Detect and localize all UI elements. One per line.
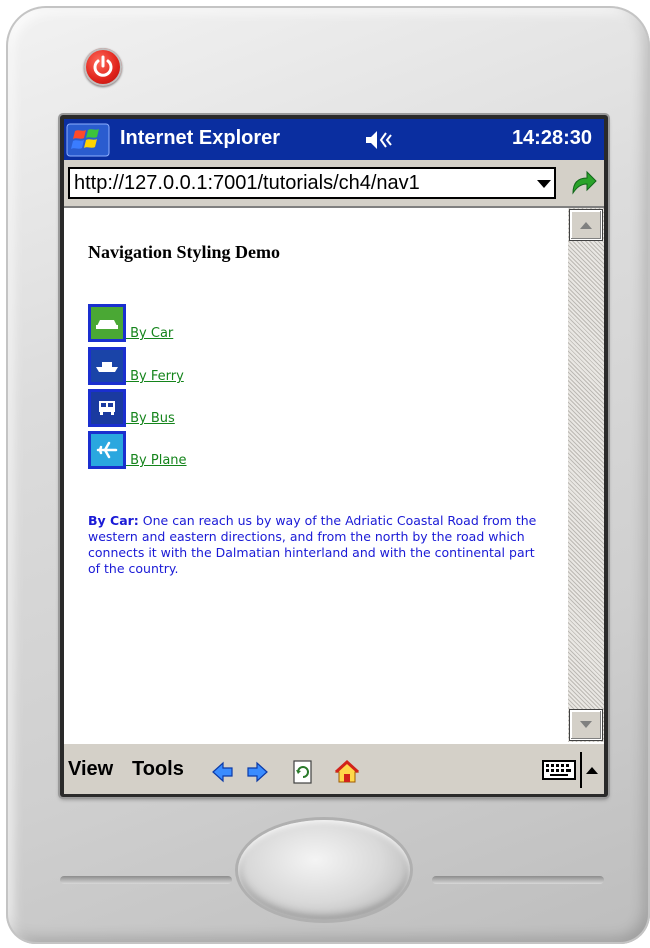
clock[interactable]: 14:28:30 <box>512 127 592 150</box>
nav-link-bus[interactable]: By Bus <box>126 411 175 426</box>
arrow-down-icon <box>580 721 592 728</box>
navigation-pad[interactable] <box>238 820 410 920</box>
description-paragraph: By Car: One can reach us by way of the A… <box>88 513 540 577</box>
address-bar: http://127.0.0.1:7001/tutorials/ch4/nav1 <box>64 160 604 206</box>
arrow-up-icon <box>580 222 592 229</box>
url-text: http://127.0.0.1:7001/tutorials/ch4/nav1 <box>74 172 420 194</box>
keyboard-icon[interactable] <box>542 758 576 782</box>
scroll-down-button[interactable] <box>570 710 602 740</box>
speaker-icon[interactable] <box>364 128 394 152</box>
nav-link-plane[interactable]: By Plane <box>126 453 186 468</box>
scroll-up-button[interactable] <box>570 210 602 240</box>
title-bar: Internet Explorer 14:28:30 <box>64 119 604 160</box>
ferry-icon[interactable] <box>88 347 126 385</box>
nav-item-plane[interactable]: By Plane <box>88 431 388 473</box>
menu-view[interactable]: View <box>68 758 113 781</box>
description-body: One can reach us by way of the Adriatic … <box>88 513 537 576</box>
browser-content: Navigation Styling Demo By Car By Ferry <box>64 206 604 742</box>
refresh-icon[interactable] <box>290 759 316 785</box>
power-button[interactable] <box>84 48 122 86</box>
command-bar: View Tools <box>64 742 604 794</box>
windows-flag-icon[interactable] <box>66 123 110 157</box>
nav-item-car[interactable]: By Car <box>88 304 388 346</box>
url-input[interactable]: http://127.0.0.1:7001/tutorials/ch4/nav1 <box>68 167 556 199</box>
arrow-up-icon[interactable] <box>584 764 600 776</box>
back-arrow-icon[interactable] <box>210 759 236 785</box>
vertical-scrollbar[interactable] <box>568 208 604 742</box>
nav-link-ferry[interactable]: By Ferry <box>126 369 184 384</box>
forward-arrow-icon[interactable] <box>244 759 270 785</box>
nav-item-bus[interactable]: By Bus <box>88 389 388 431</box>
speaker-grille-left <box>60 876 232 884</box>
menu-tools[interactable]: Tools <box>132 758 184 781</box>
power-icon <box>93 55 113 77</box>
plane-icon[interactable] <box>88 431 126 469</box>
nav-item-ferry[interactable]: By Ferry <box>88 347 388 389</box>
nav-link-car[interactable]: By Car <box>126 326 173 341</box>
sip-divider <box>580 752 582 788</box>
car-icon[interactable] <box>88 304 126 342</box>
bus-icon[interactable] <box>88 389 126 427</box>
speaker-grille-right <box>432 876 604 884</box>
chevron-down-icon[interactable] <box>536 179 552 189</box>
page-heading: Navigation Styling Demo <box>88 242 281 262</box>
go-arrow-icon[interactable] <box>568 169 598 197</box>
app-title: Internet Explorer <box>120 127 281 149</box>
home-icon[interactable] <box>334 759 360 785</box>
description-title: By Car: <box>88 513 139 528</box>
